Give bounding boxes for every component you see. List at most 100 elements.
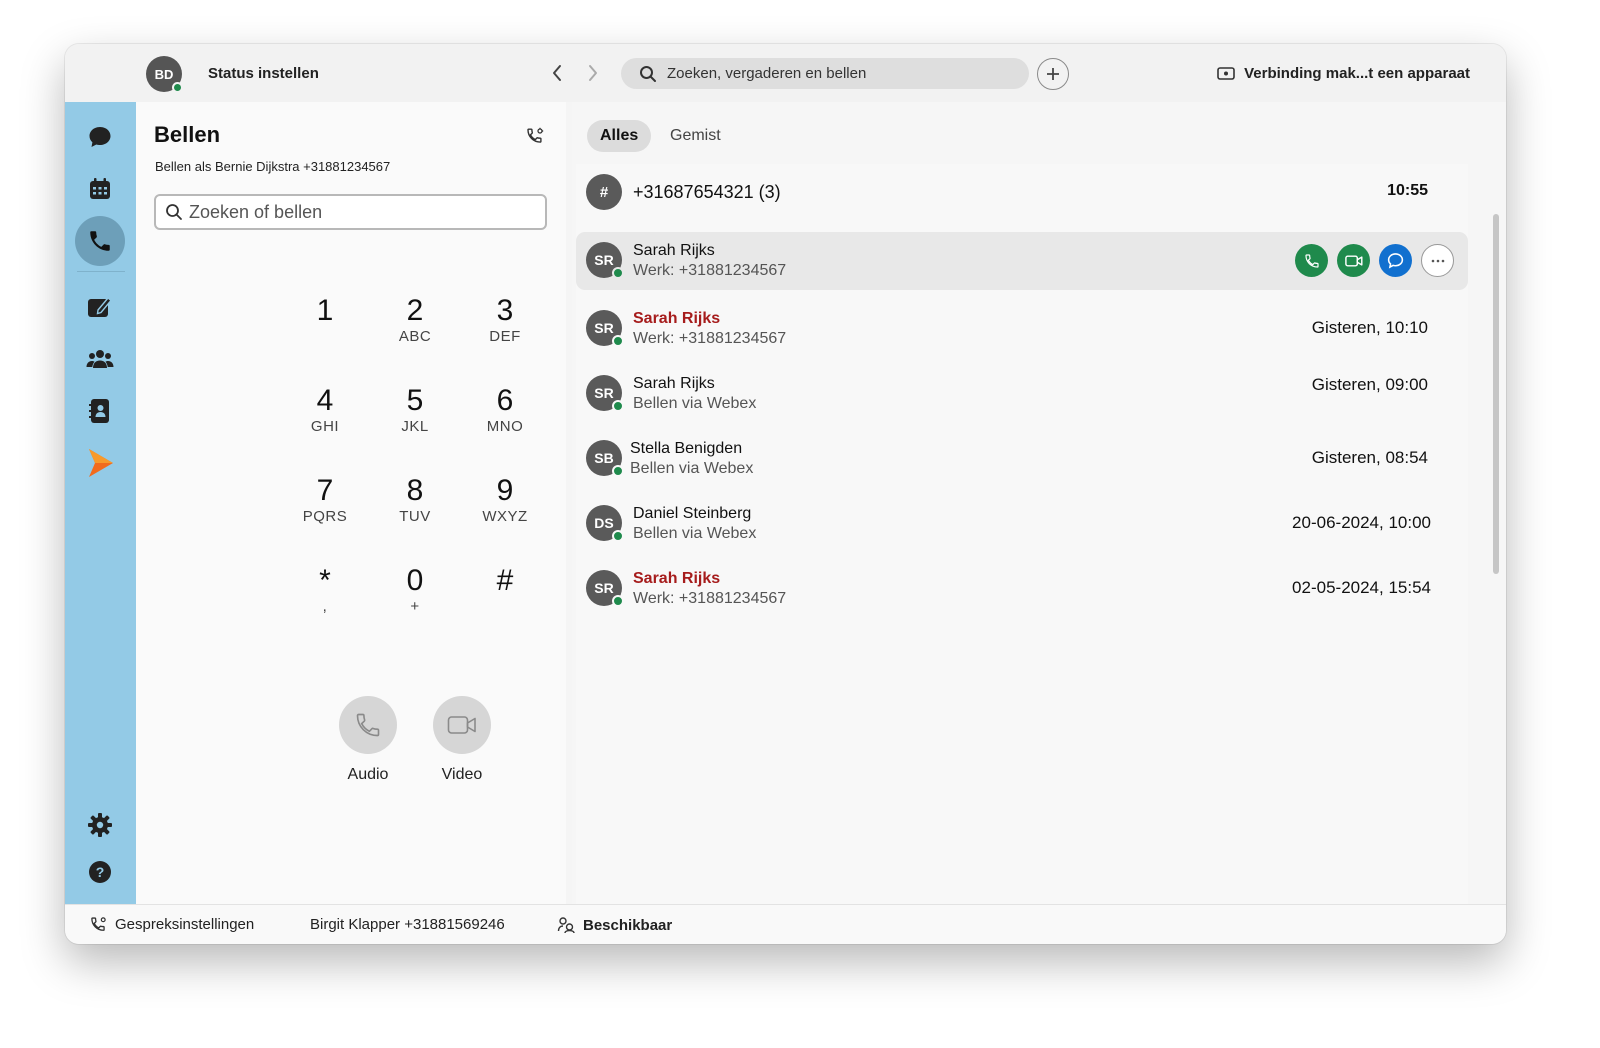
dial-key-8[interactable]: 8 TUV bbox=[375, 474, 455, 526]
connect-device-button[interactable]: Verbinding mak...t een apparaat bbox=[1217, 65, 1470, 82]
presence-indicator bbox=[612, 267, 624, 279]
call-history-list: # +31687654321 (3) 10:55 SR Sarah Rijks … bbox=[576, 164, 1468, 904]
row-audio-call-button[interactable] bbox=[1295, 244, 1328, 277]
row-more-button[interactable] bbox=[1421, 244, 1454, 277]
sidebar-item-contacts[interactable] bbox=[75, 386, 125, 436]
tab-missed[interactable]: Gemist bbox=[657, 120, 734, 152]
contact-name: Sarah Rijks bbox=[633, 310, 721, 327]
dial-key-letters: , bbox=[322, 598, 328, 615]
search-icon bbox=[640, 65, 656, 82]
dial-key-9[interactable]: 9 WXYZ bbox=[465, 474, 545, 526]
call-settings-icon[interactable] bbox=[526, 127, 544, 150]
avatar: SR bbox=[586, 375, 624, 412]
forward-arrow-icon[interactable] bbox=[582, 62, 604, 84]
sidebar-item-whiteboard[interactable] bbox=[75, 282, 125, 332]
active-line-label: Birgit Klapper +31881569246 bbox=[310, 916, 505, 933]
tab-all[interactable]: Alles bbox=[587, 120, 652, 152]
dial-key-5[interactable]: 5 JKL bbox=[375, 384, 455, 436]
chat-icon bbox=[1387, 253, 1404, 269]
dial-key-letters: + bbox=[410, 598, 420, 615]
chat-bubble-icon bbox=[89, 127, 111, 147]
call-time: 10:55 bbox=[1387, 182, 1428, 199]
dial-key-hash[interactable]: # bbox=[465, 564, 545, 598]
call-history-row[interactable]: SR Sarah Rijks Werk: +31881234567 02-05-… bbox=[576, 560, 1468, 618]
phone-icon bbox=[1304, 253, 1319, 268]
sidebar-item-calendar[interactable] bbox=[75, 164, 125, 214]
call-time: Gisteren, 09:00 bbox=[1311, 375, 1428, 394]
dial-key-2[interactable]: 2 ABC bbox=[375, 294, 455, 346]
row-chat-button[interactable] bbox=[1379, 244, 1412, 277]
video-call-label: Video bbox=[441, 766, 483, 783]
audio-call-label: Audio bbox=[347, 766, 389, 783]
call-history-row[interactable]: SR Sarah Rijks Werk: +31881234567 Gister… bbox=[576, 300, 1468, 358]
sidebar-item-teams[interactable] bbox=[75, 334, 125, 384]
presence-indicator bbox=[612, 335, 624, 347]
search-placeholder: Zoeken, vergaderen en bellen bbox=[667, 65, 867, 82]
avatar: # bbox=[586, 174, 622, 210]
device-icon bbox=[1217, 66, 1235, 80]
dial-panel: Bellen Bellen als Bernie Dijkstra +31881… bbox=[136, 102, 566, 904]
call-time: 20-06-2024, 10:00 bbox=[1292, 513, 1431, 532]
dial-key-1[interactable]: 1 bbox=[285, 294, 365, 328]
video-icon bbox=[1344, 254, 1363, 267]
audio-call-button[interactable] bbox=[339, 696, 397, 754]
avatar-initials: DS bbox=[594, 515, 614, 531]
back-arrow-icon[interactable] bbox=[546, 62, 568, 84]
avatar-initials: SR bbox=[594, 580, 614, 596]
sidebar-item-calling[interactable] bbox=[75, 216, 125, 266]
set-status-button[interactable]: Status instellen bbox=[208, 65, 319, 82]
sidebar-item-messaging[interactable] bbox=[75, 112, 125, 162]
call-settings-button[interactable]: Gespreksinstellingen bbox=[90, 916, 254, 933]
page-title: Bellen bbox=[154, 122, 221, 147]
call-history-row[interactable]: SB Stella Benigden Bellen via Webex Gist… bbox=[576, 430, 1468, 488]
avatar: SR bbox=[586, 310, 624, 347]
dial-key-digit: 5 bbox=[406, 384, 424, 417]
calendar-icon bbox=[90, 178, 110, 199]
video-call-button[interactable] bbox=[433, 696, 491, 754]
contact-name: Sarah Rijks bbox=[633, 242, 715, 259]
contact-name: Sarah Rijks bbox=[633, 570, 721, 587]
dial-key-star[interactable]: * , bbox=[285, 564, 365, 616]
sidebar-item-help[interactable]: ? bbox=[75, 847, 125, 897]
call-history-row[interactable]: # +31687654321 (3) 10:55 bbox=[576, 164, 1468, 222]
phone-icon bbox=[356, 713, 380, 737]
contact-subtitle: Bellen via Webex bbox=[633, 525, 757, 542]
dial-key-4[interactable]: 4 GHI bbox=[285, 384, 365, 436]
dial-key-letters: WXYZ bbox=[482, 508, 528, 525]
contact-name: Daniel Steinberg bbox=[633, 505, 752, 522]
sidebar-item-settings[interactable] bbox=[75, 800, 125, 850]
avatar-initials: SR bbox=[594, 320, 614, 336]
dial-key-letters: ABC bbox=[398, 328, 432, 345]
dial-key-7[interactable]: 7 PQRS bbox=[285, 474, 365, 526]
dial-search-input[interactable]: Zoeken of bellen bbox=[154, 194, 547, 230]
call-history-row[interactable]: SR Sarah Rijks Werk: +31881234567 bbox=[576, 232, 1468, 290]
availability-button[interactable]: Beschikbaar bbox=[557, 916, 672, 934]
contact-subtitle: Werk: +31881234567 bbox=[633, 330, 787, 347]
dial-key-0[interactable]: 0 + bbox=[375, 564, 455, 616]
search-icon bbox=[166, 204, 182, 220]
history-scrollbar[interactable] bbox=[1493, 214, 1499, 574]
dial-key-letters: PQRS bbox=[302, 508, 348, 525]
new-action-button[interactable] bbox=[1037, 58, 1069, 90]
dial-key-letters: TUV bbox=[399, 508, 431, 525]
contact-subtitle: Bellen via Webex bbox=[633, 395, 757, 412]
call-history-row[interactable]: SR Sarah Rijks Bellen via Webex Gisteren… bbox=[576, 365, 1468, 423]
title-bar: BD Status instellen Zoeken, vergaderen e… bbox=[65, 44, 1506, 102]
call-history-row[interactable]: DS Daniel Steinberg Bellen via Webex 20-… bbox=[576, 495, 1468, 553]
dial-key-3[interactable]: 3 DEF bbox=[465, 294, 545, 346]
user-avatar[interactable]: BD bbox=[146, 56, 183, 93]
dial-key-letters: JKL bbox=[401, 418, 429, 435]
dial-key-digit: 1 bbox=[316, 294, 334, 327]
sidebar-item-app[interactable] bbox=[75, 438, 125, 488]
avatar-initials: # bbox=[599, 183, 609, 201]
phone-icon bbox=[90, 231, 110, 251]
global-search-input[interactable]: Zoeken, vergaderen en bellen bbox=[621, 58, 1029, 89]
availability-icon bbox=[557, 917, 575, 934]
phone-settings-icon bbox=[91, 917, 106, 931]
caller-id-label: Bellen als Bernie Dijkstra +31881234567 bbox=[155, 159, 391, 174]
call-time: Gisteren, 10:10 bbox=[1311, 318, 1428, 337]
dial-key-6[interactable]: 6 MNO bbox=[465, 384, 545, 436]
call-time: Gisteren, 08:54 bbox=[1311, 448, 1428, 467]
active-line-selector[interactable]: Birgit Klapper +31881569246 bbox=[310, 916, 505, 933]
row-video-call-button[interactable] bbox=[1337, 244, 1370, 277]
